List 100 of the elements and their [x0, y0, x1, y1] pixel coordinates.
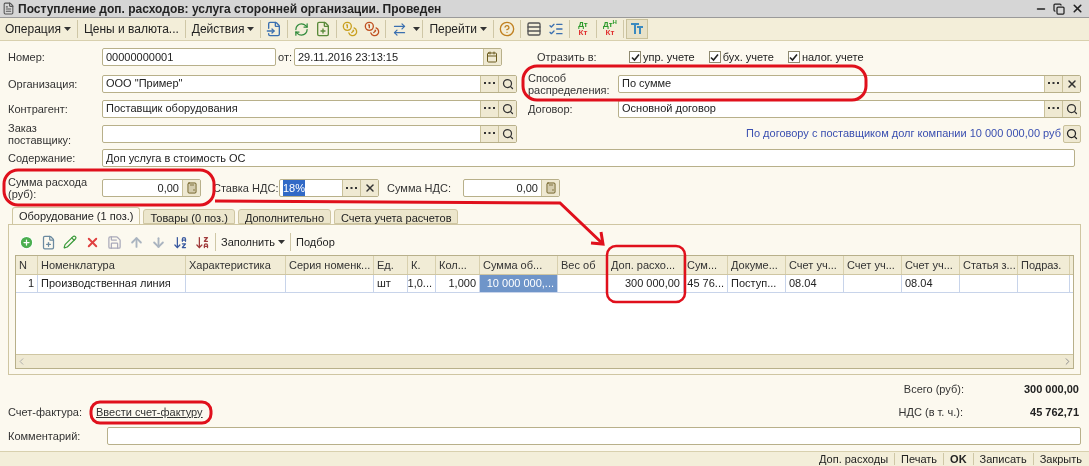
invoice-link[interactable]: Ввести счет-фактуру — [96, 403, 203, 421]
input-field[interactable]: 0,00 — [463, 179, 560, 197]
column-header[interactable]: Счет уч... — [902, 256, 960, 274]
tab[interactable]: Счета учета расчетов — [334, 209, 459, 224]
caret-icon — [247, 27, 255, 31]
select-button[interactable] — [342, 180, 360, 196]
checkbox[interactable] — [708, 51, 721, 63]
open-button[interactable] — [498, 75, 516, 92]
search-button[interactable] — [1063, 124, 1081, 143]
ellipsis-icon — [484, 107, 495, 110]
comment-field[interactable] — [107, 427, 1081, 445]
calendar-button[interactable] — [483, 49, 501, 65]
column-header[interactable]: Статья з... — [960, 256, 1018, 274]
input-field[interactable]: По сумме — [618, 74, 1081, 93]
select-button[interactable] — [480, 125, 498, 142]
bottom-button[interactable]: Записать — [976, 450, 1030, 466]
field-label: Отразить в: — [537, 51, 598, 63]
select-button[interactable] — [1044, 75, 1062, 92]
text-style-button[interactable] — [625, 19, 648, 39]
field-label: Номер: — [8, 51, 46, 63]
select-button[interactable] — [480, 100, 498, 117]
table-cell: Поступ... — [728, 275, 786, 292]
search-icon — [501, 102, 514, 115]
debt-info-link[interactable]: По договору с поставщиком долг компании 10 000 000,00 руб — [746, 125, 1061, 142]
field-label: Сумма НДС: — [387, 180, 452, 196]
table-cell: 08.04 — [786, 275, 844, 292]
close-icon[interactable] — [1071, 2, 1084, 15]
column-header[interactable]: Серия номенк... — [286, 256, 374, 274]
calendar-icon — [486, 51, 499, 63]
field-label: Сумма расхода (руб): — [8, 176, 89, 200]
input-field[interactable]: ООО "Пример" — [102, 74, 517, 93]
field-label: Контрагент: — [8, 102, 69, 115]
calculator-icon — [544, 182, 557, 194]
column-header[interactable]: Подраз. — [1018, 256, 1070, 274]
toolbar-menu[interactable]: Операция — [1, 19, 75, 39]
caret-icon — [413, 27, 421, 31]
caret-icon — [278, 240, 285, 244]
tab[interactable]: Дополнительно — [237, 209, 332, 224]
input-field[interactable]: 29.11.2016 23:13:15 — [294, 48, 502, 66]
vat-total-label: НДС (в т. ч.): — [898, 404, 963, 420]
table-cell: 45 76... — [684, 275, 728, 292]
toolbar-menu[interactable]: Цены и валюта... — [79, 19, 183, 39]
tab[interactable]: Товары (0 поз.) — [143, 209, 235, 224]
total-value: 300 000,00 — [1022, 381, 1079, 397]
checkbox[interactable] — [629, 51, 641, 63]
checkbox[interactable] — [787, 51, 800, 63]
column-header[interactable]: N — [16, 256, 38, 274]
column-header[interactable]: Номенклатура — [38, 256, 186, 274]
select-button[interactable] — [480, 75, 498, 92]
column-header[interactable]: К. — [408, 256, 436, 274]
debit-credit-button[interactable]: Дт Кт — [571, 19, 594, 39]
table-cell: 10 000 000,... — [480, 275, 558, 292]
open-button[interactable] — [498, 100, 516, 117]
debit-credit-button[interactable]: Дт$^{Н}$ Кт — [598, 19, 621, 39]
calculator-icon — [185, 182, 198, 194]
tab[interactable]: Оборудование (1 поз.) — [12, 207, 141, 224]
caret-icon — [63, 27, 71, 31]
input-field[interactable]: Доп услуга в стоимость ОС — [102, 149, 1075, 167]
input-field[interactable]: Поставщик оборудования — [102, 99, 517, 118]
pick-button[interactable]: Подбор — [293, 233, 338, 251]
input-field[interactable]: 18% — [279, 179, 379, 197]
column-header[interactable]: Сумма об... — [480, 256, 558, 274]
clear-button[interactable] — [360, 180, 378, 196]
field-label: Содержание: — [8, 152, 77, 164]
column-header[interactable]: Сум... — [684, 256, 728, 274]
bottom-button[interactable]: OK — [947, 450, 970, 466]
input-field[interactable] — [102, 124, 517, 143]
document-icon — [2, 2, 15, 15]
search-icon — [1065, 102, 1078, 115]
input-field[interactable]: 00000000001 — [102, 48, 276, 66]
checkbox-label: упр. учете — [643, 49, 695, 65]
toolbar-menu[interactable]: Действия — [187, 19, 259, 39]
text-size-icon — [629, 23, 644, 35]
fill-menu[interactable]: Заполнить — [218, 233, 288, 251]
bottom-button[interactable]: Закрыть — [1036, 450, 1085, 466]
table-cell: шт — [374, 275, 408, 292]
bottom-button[interactable]: Доп. расходы — [816, 450, 892, 466]
column-header[interactable]: Счет уч... — [844, 256, 902, 274]
restore-icon[interactable] — [1053, 2, 1065, 15]
bottom-button[interactable]: Печать — [898, 450, 941, 466]
column-header[interactable]: Ед. — [374, 256, 408, 274]
ellipsis-icon — [346, 186, 357, 190]
open-button[interactable] — [1062, 100, 1080, 117]
ellipsis-icon — [484, 132, 495, 135]
column-header[interactable]: Доп. расхо... — [608, 256, 684, 274]
search-icon — [501, 77, 514, 90]
ellipsis-icon — [1048, 82, 1059, 85]
select-button[interactable] — [1044, 100, 1062, 117]
column-header[interactable]: Кол... — [436, 256, 480, 274]
open-button[interactable] — [498, 125, 516, 142]
field-label: Комментарий: — [8, 430, 82, 442]
column-header[interactable]: Вес об — [558, 256, 608, 274]
vat-total-value: 45 762,71 — [1029, 404, 1080, 420]
column-header[interactable]: Докуме... — [728, 256, 786, 274]
clear-button[interactable] — [1062, 75, 1080, 92]
column-header[interactable]: Счет уч... — [786, 256, 844, 274]
search-icon — [1066, 127, 1078, 140]
column-header[interactable]: Характеристика — [186, 256, 286, 274]
toolbar-menu[interactable]: Перейти — [425, 19, 491, 39]
input-field[interactable]: 0,00 — [102, 179, 201, 197]
